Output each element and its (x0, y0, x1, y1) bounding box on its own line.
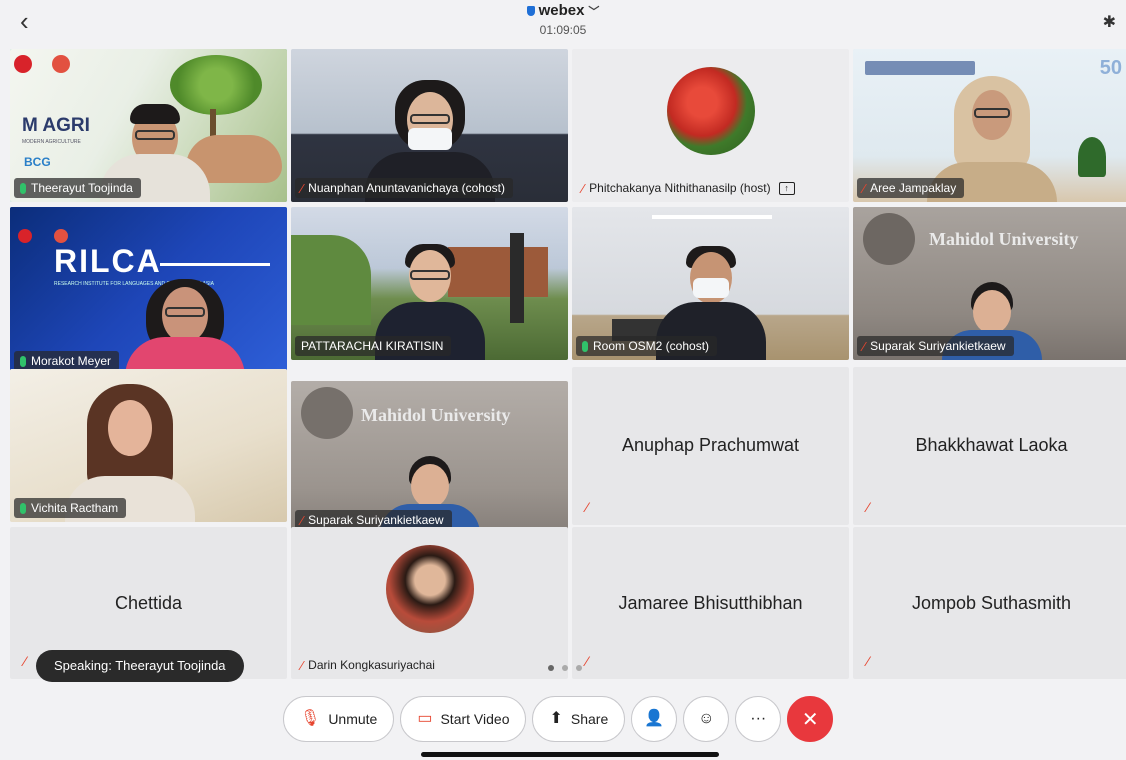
participants-button[interactable]: 👤 (631, 696, 678, 742)
start-video-button[interactable]: ▭ Start Video (400, 696, 527, 742)
participant-name-label: PATTARACHAI KIRATISIN (295, 336, 452, 356)
microphone-muted-icon: ⁄ (586, 499, 589, 515)
participant-tile[interactable]: Jamaree Bhisutthibhan ⁄ (572, 527, 849, 679)
university-sign: Mahidol University (929, 229, 1079, 249)
participant-tile[interactable]: ⁄ Darin Kongkasuriyachai (291, 527, 568, 679)
microphone-muted-icon: ⁄ (301, 180, 304, 196)
participant-tile[interactable]: Vichita Ractham (10, 369, 287, 522)
notification-badge (54, 229, 68, 243)
participant-tile[interactable]: 50 ⁄ Aree Jampaklay (853, 49, 1126, 202)
university-sign: Mahidol University (361, 405, 511, 425)
more-icon: ··· (750, 710, 767, 727)
participant-tile[interactable]: Bhakkhawat Laoka ⁄ (853, 367, 1126, 525)
participant-grid: M AGRI MODERN AGRICULTURE BCG Theerayut … (10, 49, 1126, 679)
participant-tile[interactable]: Mahidol University ⁄ Suparak Suriyankiet… (853, 207, 1126, 360)
page-dot (562, 665, 568, 671)
share-icon: ⬆ (549, 710, 563, 727)
microphone-on-icon (582, 340, 588, 352)
microphone-muted-icon: ⁄ (867, 499, 870, 515)
more-options-button[interactable]: ··· (735, 696, 782, 742)
shield-icon (526, 5, 535, 16)
home-indicator[interactable] (421, 752, 719, 757)
participant-avatar (666, 67, 755, 155)
trees-image (291, 235, 371, 325)
participant-name-label: Morakot Meyer (14, 351, 120, 371)
notification-badge (14, 55, 32, 73)
microphone-muted-icon: ⁄ (586, 653, 589, 669)
microphone-muted-icon: ⁄ (867, 653, 870, 669)
face-mask (692, 278, 729, 298)
participant-name-label: ⁄ Aree Jampaklay (857, 178, 965, 198)
microphone-muted-icon: ⁄ (863, 338, 866, 354)
meeting-controls: 🎙 Unmute ▭ Start Video ⬆ Share 👤 ☺ ··· ✕ (283, 695, 834, 743)
rilca-logo: RILCA (54, 243, 162, 279)
participant-name-label: Theerayut Toojinda (14, 178, 141, 198)
participant-name: Anuphap Prachumwat (621, 435, 800, 455)
participant-name-label: ⁄ Nuanphan Anuntavanichaya (cohost) (295, 178, 513, 198)
page-indicator[interactable] (548, 665, 582, 671)
bluetooth-icon: ✱ (1102, 14, 1116, 31)
close-icon: ✕ (801, 708, 819, 731)
plant-image (1078, 137, 1106, 177)
anniversary-badge: 50 (1099, 57, 1122, 79)
participant-tile[interactable]: Jompob Suthasmith ⁄ (853, 527, 1126, 679)
participant-avatar (385, 545, 474, 633)
participants-icon: 👤 (644, 710, 665, 727)
participant-name: Jamaree Bhisutthibhan (618, 593, 803, 613)
participant-tile[interactable]: Anuphap Prachumwat ⁄ (572, 367, 849, 525)
participant-name-label: Room OSM2 (cohost) (576, 336, 718, 356)
microphone-on-icon (20, 182, 26, 194)
unmute-button[interactable]: 🎙 Unmute (283, 696, 395, 742)
microphone-muted-icon: ⁄ (863, 180, 866, 196)
brand-logo-subtitle: MODERN AGRICULTURE (22, 139, 81, 145)
reactions-button[interactable]: ☺ (683, 696, 730, 742)
microphone-muted-icon: ⁄ (582, 180, 585, 196)
participant-tile[interactable]: ⁄ Phitchakanya Nithithanasilp (host) ↑ (572, 49, 849, 202)
participant-tile[interactable]: M AGRI MODERN AGRICULTURE BCG Theerayut … (10, 49, 287, 202)
top-bar: ‹ webex ﹀ 01:09:05 ✱ (0, 0, 1126, 44)
university-seal (301, 387, 353, 439)
video-off-icon: ▭ (417, 710, 433, 727)
brand-logo: M AGRI (22, 115, 90, 136)
university-seal (863, 213, 915, 265)
participant-name: Chettida (114, 593, 183, 613)
bcg-logo: BCG (24, 155, 51, 169)
page-dot (576, 665, 582, 671)
participant-tile[interactable]: PATTARACHAI KIRATISIN (291, 207, 568, 360)
app-title-button[interactable]: webex ﹀ (526, 2, 600, 19)
microphone-muted-icon: ⁄ (301, 657, 304, 673)
share-button[interactable]: ⬆ Share (532, 696, 626, 742)
decorative-line (160, 263, 270, 266)
end-call-button[interactable]: ✕ (787, 696, 834, 742)
face-mask (407, 128, 452, 150)
app-title: webex (538, 2, 585, 19)
chevron-down-icon: ﹀ (588, 5, 600, 18)
notification-badge (18, 229, 32, 243)
participant-name: Bhakkhawat Laoka (915, 435, 1068, 455)
meeting-timer: 01:09:05 (539, 22, 587, 37)
participant-name-label: ⁄ Phitchakanya Nithithanasilp (host) ↑ (576, 178, 803, 198)
page-dot (548, 665, 554, 671)
microphone-muted-icon: ⁄ (301, 512, 304, 528)
microphone-on-icon (20, 355, 26, 367)
microphone-on-icon (20, 502, 26, 514)
meeting-title-area: webex ﹀ 01:09:05 (0, 2, 1126, 37)
notification-badge (52, 55, 70, 73)
emoji-icon: ☺ (698, 710, 715, 727)
ceiling-light (652, 215, 772, 219)
participant-tile[interactable]: RILCA RESEARCH INSTITUTE FOR LANGUAGES A… (10, 207, 287, 377)
statue-image (510, 233, 524, 323)
participant-tile[interactable]: Mahidol University ⁄ Suparak Suriyankiet… (291, 381, 568, 534)
participant-tile[interactable]: Room OSM2 (cohost) (572, 207, 849, 360)
participant-name: Jompob Suthasmith (911, 593, 1072, 613)
participant-name-label: ⁄ Suparak Suriyankietkaew (857, 336, 1014, 356)
microphone-muted-icon: ⁄ (24, 653, 27, 669)
participant-tile[interactable]: ⁄ Nuanphan Anuntavanichaya (cohost) (291, 49, 568, 202)
participant-name-label: ⁄ Darin Kongkasuriyachai (301, 657, 435, 673)
microphone-muted-icon: 🎙 (300, 710, 321, 727)
sharing-icon: ↑ (778, 181, 795, 195)
participant-name-label: Vichita Ractham (14, 498, 127, 518)
speaking-indicator: Speaking: Theerayut Toojinda (36, 650, 244, 682)
